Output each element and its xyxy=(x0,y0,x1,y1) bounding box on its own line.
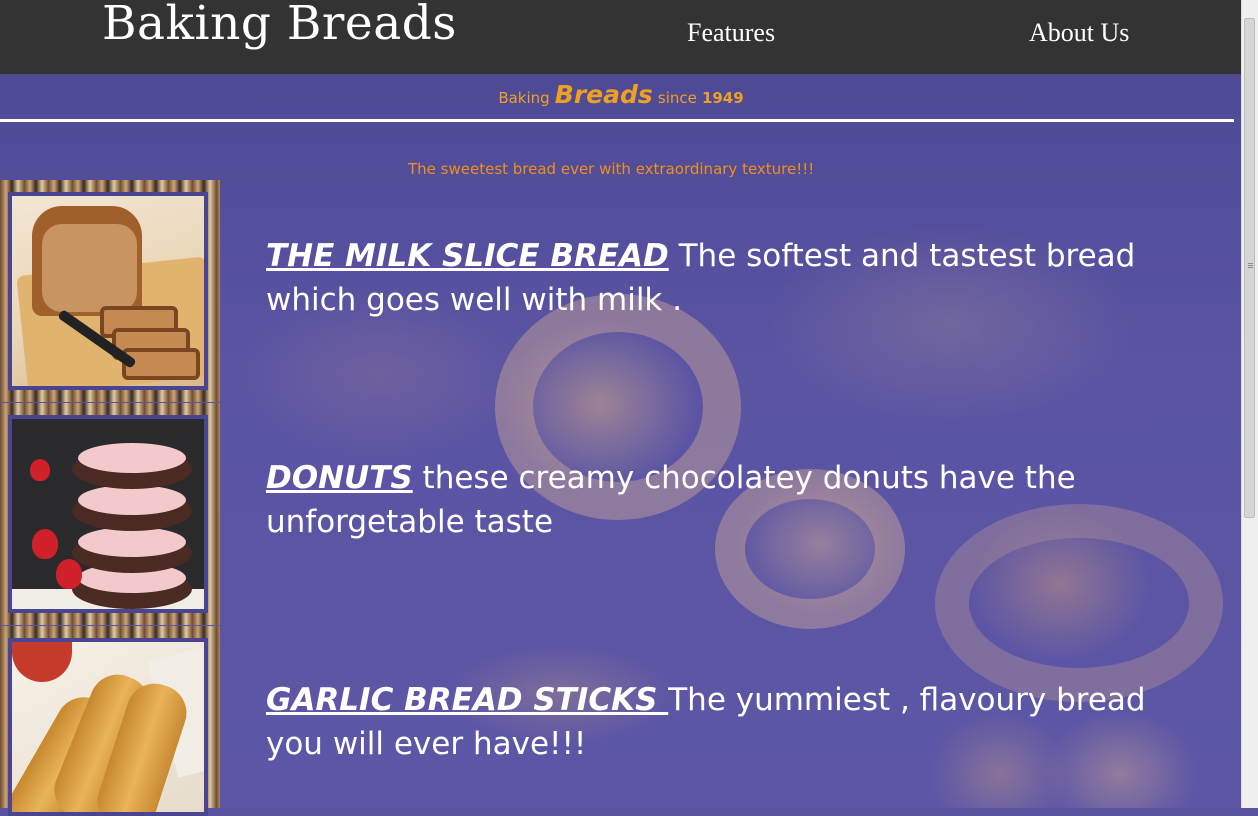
tagline: Baking Breads since 1949 xyxy=(0,80,1242,109)
product-name[interactable]: DONUTS xyxy=(266,460,413,496)
nav-link-about-us[interactable]: About Us xyxy=(1029,18,1129,48)
milk-bread-image xyxy=(8,192,208,390)
tagline-highlight: Breads xyxy=(554,80,653,109)
brand-title[interactable]: Baking Breads xyxy=(102,0,457,51)
top-navbar: Baking Breads Features About Us xyxy=(0,0,1242,74)
product-item: THE MILK SLICE BREAD The softest and tas… xyxy=(266,234,1196,322)
product-item: DONUTS these creamy chocolatey donuts ha… xyxy=(266,456,1196,544)
grip-icon xyxy=(1248,263,1253,264)
vertical-scrollbar[interactable] xyxy=(1241,0,1258,808)
product-thumbnail-strip xyxy=(0,180,220,402)
divider xyxy=(0,119,1234,122)
subtagline: The sweetest bread ever with extraordina… xyxy=(408,160,815,178)
tagline-suffix: since xyxy=(657,89,697,107)
tagline-prefix: Baking xyxy=(498,89,550,107)
nav-link-features[interactable]: Features xyxy=(687,18,775,48)
garlic-bread-image xyxy=(8,638,208,816)
product-name[interactable]: GARLIC BREAD STICKS xyxy=(266,682,668,718)
product-name[interactable]: THE MILK SLICE BREAD xyxy=(266,238,669,274)
product-thumbnail-strip xyxy=(0,626,220,816)
tagline-year: 1949 xyxy=(701,89,744,107)
donuts-image xyxy=(8,415,208,613)
product-item: GARLIC BREAD STICKS The yummiest , flavo… xyxy=(266,678,1196,766)
scrollbar-thumb[interactable] xyxy=(1244,18,1255,518)
product-thumbnail-strip xyxy=(0,403,220,625)
